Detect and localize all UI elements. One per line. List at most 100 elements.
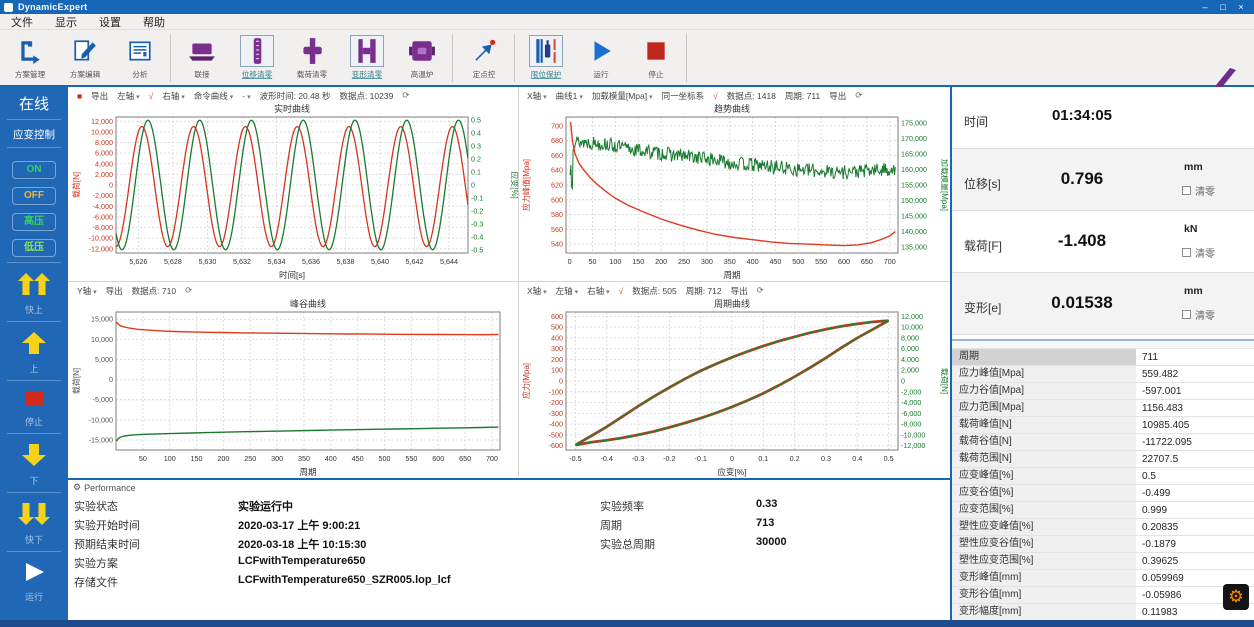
off-button[interactable]: OFF	[12, 187, 56, 205]
stat-label: 周期	[952, 349, 1136, 365]
x-axis-select[interactable]: X轴 ▾	[527, 90, 547, 102]
svg-text:-0.3: -0.3	[471, 219, 483, 228]
realtime-curve-chart[interactable]: 实时曲线-12,000-10,000-8,000-6,000-4,000-2,0…	[70, 103, 518, 281]
fast-up-button[interactable]: 快上	[17, 272, 51, 316]
toolbar-button-analysis[interactable]: 分析	[112, 33, 167, 80]
right-axis-select[interactable]: 右轴 ▾	[587, 285, 609, 297]
toolbar-button-setpoint[interactable]: 定点控	[456, 33, 511, 80]
on-button[interactable]: ON	[12, 161, 56, 179]
svg-text:500: 500	[792, 257, 804, 266]
command-curve-select[interactable]: 命令曲线 ▾	[194, 90, 233, 102]
jog-stop-button[interactable]: 停止	[23, 390, 45, 428]
svg-text:载荷[N]: 载荷[N]	[71, 172, 81, 198]
sidebar-run-button[interactable]: 运行	[21, 561, 47, 603]
statistics-table-header	[952, 341, 1254, 349]
deformation-zero-checkbox[interactable]: 清零	[1182, 307, 1215, 322]
toolbar-button-plan-manage[interactable]: 方案管理	[2, 33, 57, 80]
stat-value: -0.499	[1136, 488, 1254, 499]
close-button[interactable]: ×	[1232, 0, 1250, 14]
control-sidebar: 在线 应变控制 ON OFF 高压 低压 快上 上 停止 下 快下	[0, 87, 68, 620]
y-axis-select[interactable]: Y轴 ▾	[77, 285, 97, 297]
stat-label: 塑性应变谷值[%]	[952, 536, 1136, 552]
time-label: 时间	[964, 113, 988, 130]
load-zero-checkbox[interactable]: 清零	[1182, 245, 1215, 260]
menu-settings[interactable]: 设置	[88, 14, 132, 30]
gear-icon: ⚙	[73, 482, 81, 493]
down-button[interactable]: 下	[21, 443, 47, 487]
svg-text:2,000: 2,000	[901, 366, 919, 375]
cycle-curve-chart[interactable]: 周期曲线-600-500-400-300-200-100010020030040…	[520, 298, 948, 478]
svg-text:-300: -300	[549, 409, 563, 418]
fast-down-button[interactable]: 快下	[17, 502, 51, 546]
jog-label: 停止	[25, 415, 43, 428]
svg-text:-400: -400	[549, 420, 563, 429]
toolbar-label: 定点控	[472, 69, 495, 79]
svg-text:-0.4: -0.4	[601, 454, 613, 463]
toolbar-button-deformation-zero[interactable]: 变形清零	[339, 33, 394, 80]
menu-display[interactable]: 显示	[44, 14, 88, 30]
zero-label: 清零	[1195, 307, 1215, 322]
svg-text:165,000: 165,000	[901, 150, 927, 159]
export-button[interactable]: 导出	[106, 285, 123, 297]
performance-value: 713	[756, 517, 774, 529]
displacement-zero-checkbox[interactable]: 清零	[1182, 183, 1215, 198]
svg-text:0.1: 0.1	[471, 168, 481, 177]
toolbar-label: 限位保护	[530, 69, 560, 79]
refresh-icon[interactable]: ⟳	[402, 90, 409, 101]
right-axis-select[interactable]: 右轴 ▾	[162, 90, 184, 102]
svg-text:应力[Mpa]: 应力[Mpa]	[521, 363, 531, 399]
toolbar-button-plan-edit[interactable]: 方案编辑	[57, 33, 112, 80]
menu-file[interactable]: 文件	[0, 14, 44, 30]
svg-text:560: 560	[551, 225, 563, 234]
peak-valley-curve-chart[interactable]: 峰谷曲线-15,000-10,000-5,00005,00010,00015,0…	[70, 298, 518, 478]
menu-help[interactable]: 帮助	[132, 14, 176, 30]
double-down-arrow-icon	[17, 502, 51, 531]
x-axis-select[interactable]: X轴 ▾	[527, 285, 547, 297]
toolbar-label: 分析	[132, 69, 147, 79]
toolbar-button-connect[interactable]: 联接	[174, 33, 229, 80]
refresh-icon[interactable]: ⟳	[185, 285, 192, 296]
svg-text:0.5: 0.5	[471, 116, 481, 125]
toolbar-button-limit-protection[interactable]: 限位保护	[518, 33, 573, 80]
svg-text:350: 350	[724, 257, 736, 266]
cycle-readout: 周期: 711	[785, 90, 820, 102]
toolbar-button-stop[interactable]: 停止	[628, 33, 683, 80]
data-points-readout: 数据点: 1418	[727, 90, 776, 102]
svg-text:170,000: 170,000	[901, 134, 927, 143]
curve1-select[interactable]: 曲线1 ▾	[556, 90, 583, 102]
chart-panel-peak-valley: Y轴 ▾导出数据点: 710⟳ 峰谷曲线-15,000-10,000-5,000…	[70, 283, 518, 478]
svg-text:0.1: 0.1	[758, 454, 768, 463]
divider	[68, 281, 950, 282]
high-pressure-button[interactable]: 高压	[12, 213, 56, 231]
export-button[interactable]: 导出	[731, 285, 748, 297]
performance-label: 实验总周期	[600, 536, 655, 552]
toolbar-button-run[interactable]: 运行	[573, 33, 628, 80]
trend-curve-chart[interactable]: 趋势曲线540560580600620640660680700135,00014…	[520, 103, 948, 281]
left-axis-select[interactable]: 左轴 ▾	[117, 90, 139, 102]
toolbar-button-load-zero[interactable]: 载荷清零	[284, 33, 339, 80]
settings-gear-icon[interactable]: ⚙	[1223, 584, 1249, 610]
maximize-button[interactable]: □	[1214, 0, 1232, 14]
svg-text:0.2: 0.2	[790, 454, 800, 463]
stat-value: -11722.095	[1136, 437, 1254, 448]
option-select[interactable]: - ▾	[242, 91, 250, 101]
stat-value: 22707.5	[1136, 454, 1254, 465]
export-button[interactable]: 导出	[829, 90, 846, 102]
performance-value: 0.33	[756, 498, 777, 510]
svg-text:175,000: 175,000	[901, 119, 927, 128]
toolbar-button-furnace[interactable]: 高温炉	[394, 33, 449, 80]
play-triangle-icon	[21, 561, 47, 588]
time-readout-row: 时间 01:34:05	[952, 87, 1254, 149]
refresh-icon[interactable]: ⟳	[757, 285, 764, 296]
minimize-button[interactable]: –	[1196, 0, 1214, 14]
export-button[interactable]: 导出	[91, 90, 108, 102]
up-button[interactable]: 上	[21, 331, 47, 375]
left-axis-select[interactable]: 左轴 ▾	[556, 285, 578, 297]
performance-label: 实验频率	[600, 498, 644, 514]
low-pressure-button[interactable]: 低压	[12, 239, 56, 257]
svg-text:0.2: 0.2	[471, 155, 481, 164]
svg-text:135,000: 135,000	[901, 242, 927, 251]
refresh-icon[interactable]: ⟳	[855, 90, 862, 101]
toolbar-button-displacement-zero[interactable]: 位移清零	[229, 33, 284, 80]
modulus-select[interactable]: 加载模量[Mpa] ▾	[592, 90, 653, 102]
